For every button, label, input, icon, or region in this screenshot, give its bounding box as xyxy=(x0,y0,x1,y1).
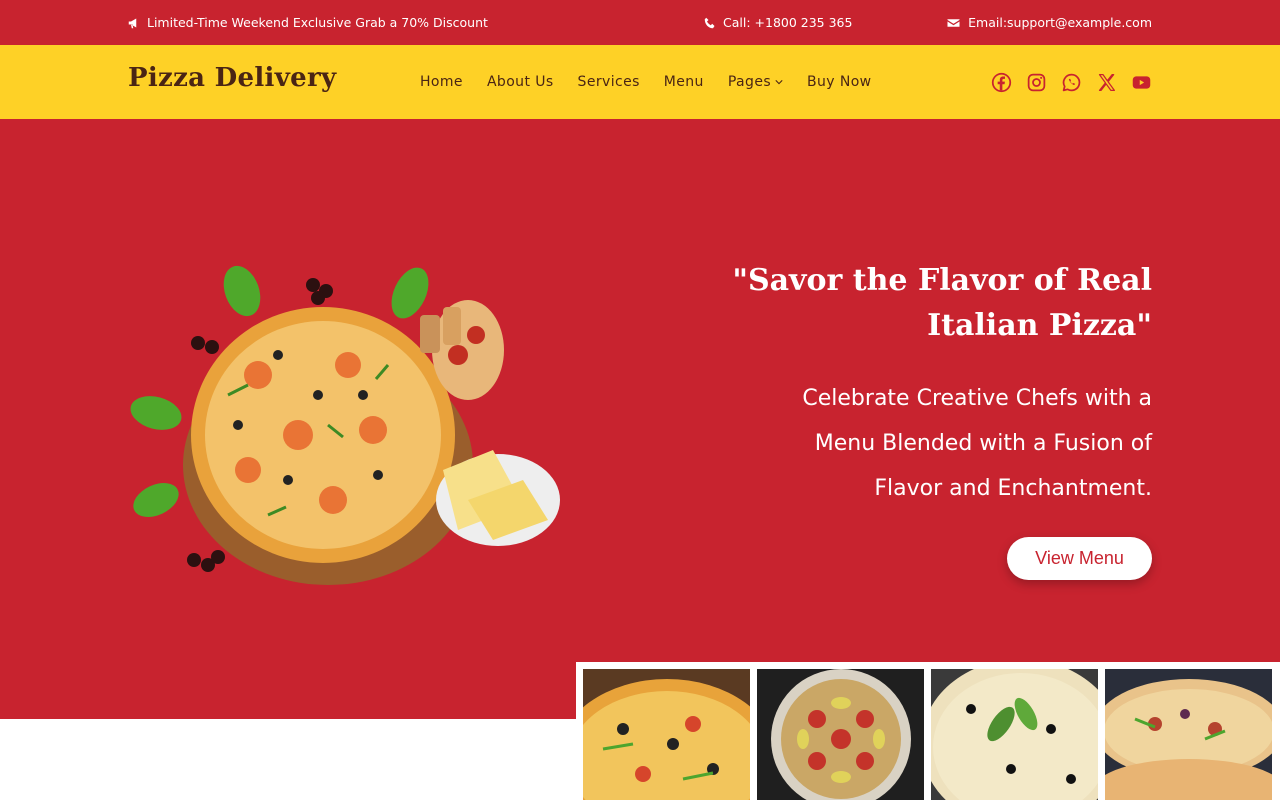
megaphone-icon xyxy=(128,18,137,28)
hero-subtitle: Celebrate Creative Chefs with a Menu Ble… xyxy=(802,386,1152,501)
gallery-image-1[interactable] xyxy=(583,669,750,800)
nav-buy-now[interactable]: Buy Now xyxy=(807,74,872,90)
email-text: Email:support@example.com xyxy=(968,15,1152,30)
phone-icon xyxy=(704,17,715,28)
view-menu-button[interactable]: View Menu xyxy=(1007,537,1152,580)
chevron-down-icon xyxy=(775,80,783,85)
nav-pages[interactable]: Pages xyxy=(728,74,783,90)
promo-notice: Limited-Time Weekend Exclusive Grab a 70… xyxy=(128,0,488,45)
nav-services[interactable]: Services xyxy=(578,74,640,90)
instagram-icon[interactable] xyxy=(1026,72,1047,93)
whatsapp-icon[interactable] xyxy=(1061,72,1082,93)
call-link[interactable]: Call: +1800 235 365 xyxy=(704,0,852,45)
site-logo[interactable]: Pizza Delivery xyxy=(128,63,336,93)
promo-text: Limited-Time Weekend Exclusive Grab a 70… xyxy=(147,15,488,30)
call-text: Call: +1800 235 365 xyxy=(723,15,853,30)
x-icon[interactable] xyxy=(1096,72,1117,93)
main-menu: Home About Us Services Menu Pages Buy No… xyxy=(420,45,872,119)
gallery-image-3[interactable] xyxy=(931,669,1098,800)
facebook-icon[interactable] xyxy=(991,72,1012,93)
nav-home[interactable]: Home xyxy=(420,74,463,90)
nav-menu[interactable]: Menu xyxy=(664,74,704,90)
main-navbar: Pizza Delivery Home About Us Services Me… xyxy=(0,45,1280,119)
envelope-icon xyxy=(947,18,960,27)
gallery-image-4[interactable] xyxy=(1105,669,1272,800)
hero-title: "Savor the Flavor of Real Italian Pizza" xyxy=(732,263,1152,343)
gallery-image-2[interactable] xyxy=(757,669,924,800)
social-links xyxy=(991,45,1152,119)
pizza-hero-image xyxy=(130,265,560,585)
nav-about-us[interactable]: About Us xyxy=(487,74,554,90)
top-bar: Limited-Time Weekend Exclusive Grab a 70… xyxy=(0,0,1280,45)
nav-pages-label: Pages xyxy=(727,74,772,90)
email-link[interactable]: Email:support@example.com xyxy=(946,0,1152,45)
pizza-gallery xyxy=(576,662,1280,800)
youtube-icon[interactable] xyxy=(1131,72,1152,93)
